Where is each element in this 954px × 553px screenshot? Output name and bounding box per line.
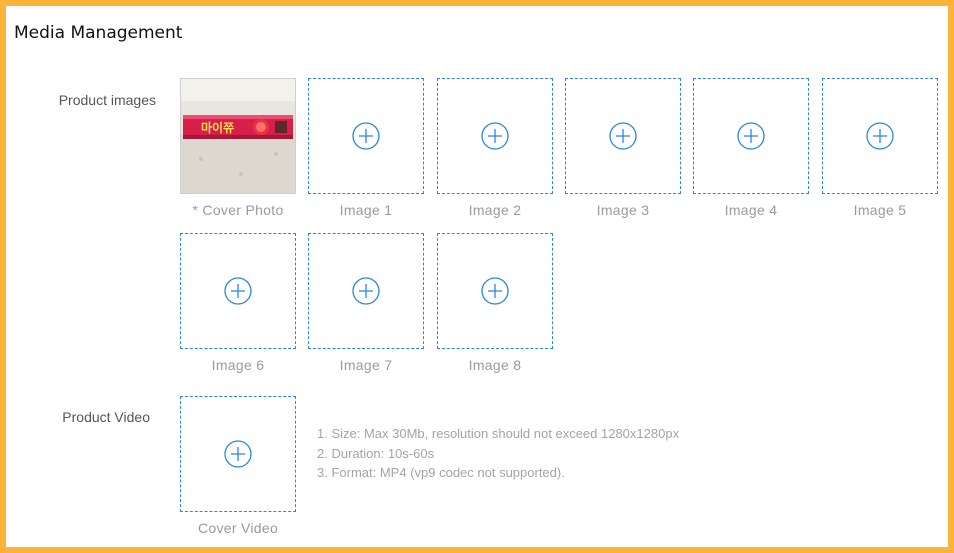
video-hint-duration: 2. Duration: 10s-60s <box>317 446 435 461</box>
cover-video-caption: Cover Video <box>197 520 279 536</box>
upload-image-5-button[interactable] <box>822 78 938 194</box>
image-slot-1: Image 1 <box>308 78 424 218</box>
cover-photo-thumbnail[interactable]: 마이쮸 <box>180 78 296 194</box>
plus-circle-icon <box>224 277 252 305</box>
image-5-caption: Image 5 <box>853 202 907 218</box>
image-2-caption: Image 2 <box>468 202 522 218</box>
image-6-caption: Image 6 <box>211 357 265 373</box>
image-8-caption: Image 8 <box>468 357 522 373</box>
image-slot-2: Image 2 <box>437 78 553 218</box>
cover-video-slot: Cover Video <box>180 396 296 536</box>
plus-circle-icon <box>224 440 252 468</box>
upload-image-6-button[interactable] <box>180 233 296 349</box>
product-video-label: Product Video <box>62 409 150 425</box>
plus-circle-icon <box>481 277 509 305</box>
image-7-caption: Image 7 <box>339 357 393 373</box>
plus-circle-icon <box>352 277 380 305</box>
plus-circle-icon <box>352 122 380 150</box>
image-slot-6: Image 6 <box>180 233 296 373</box>
image-slot-3: Image 3 <box>565 78 681 218</box>
cover-photo-slot: 마이쮸 * Cover Photo <box>180 78 296 218</box>
product-images-label: Product images <box>58 92 156 108</box>
section-title: Media Management <box>14 23 183 43</box>
upload-image-4-button[interactable] <box>693 78 809 194</box>
media-management-panel: Media Management Product images 마이쮸 * Co… <box>0 0 954 553</box>
upload-image-3-button[interactable] <box>565 78 681 194</box>
video-hint-size: 1. Size: Max 30Mb, resolution should not… <box>317 426 680 441</box>
plus-circle-icon <box>866 122 894 150</box>
image-1-caption: Image 1 <box>339 202 393 218</box>
plus-circle-icon <box>609 122 637 150</box>
video-hint-format: 3. Format: MP4 (vp9 codec not supported)… <box>317 465 565 480</box>
image-slot-7: Image 7 <box>308 233 424 373</box>
upload-image-8-button[interactable] <box>437 233 553 349</box>
plus-circle-icon <box>481 122 509 150</box>
image-4-caption: Image 4 <box>724 202 778 218</box>
upload-cover-video-button[interactable] <box>180 396 296 512</box>
upload-image-2-button[interactable] <box>437 78 553 194</box>
image-slot-5: Image 5 <box>822 78 938 218</box>
image-3-caption: Image 3 <box>596 202 650 218</box>
image-slot-4: Image 4 <box>693 78 809 218</box>
product-package-text: 마이쮸 <box>201 120 234 135</box>
plus-circle-icon <box>737 122 765 150</box>
upload-image-1-button[interactable] <box>308 78 424 194</box>
image-slot-8: Image 8 <box>437 233 553 373</box>
cover-photo-caption: * Cover Photo <box>192 202 284 218</box>
upload-image-7-button[interactable] <box>308 233 424 349</box>
product-photo-image: 마이쮸 <box>181 79 295 193</box>
